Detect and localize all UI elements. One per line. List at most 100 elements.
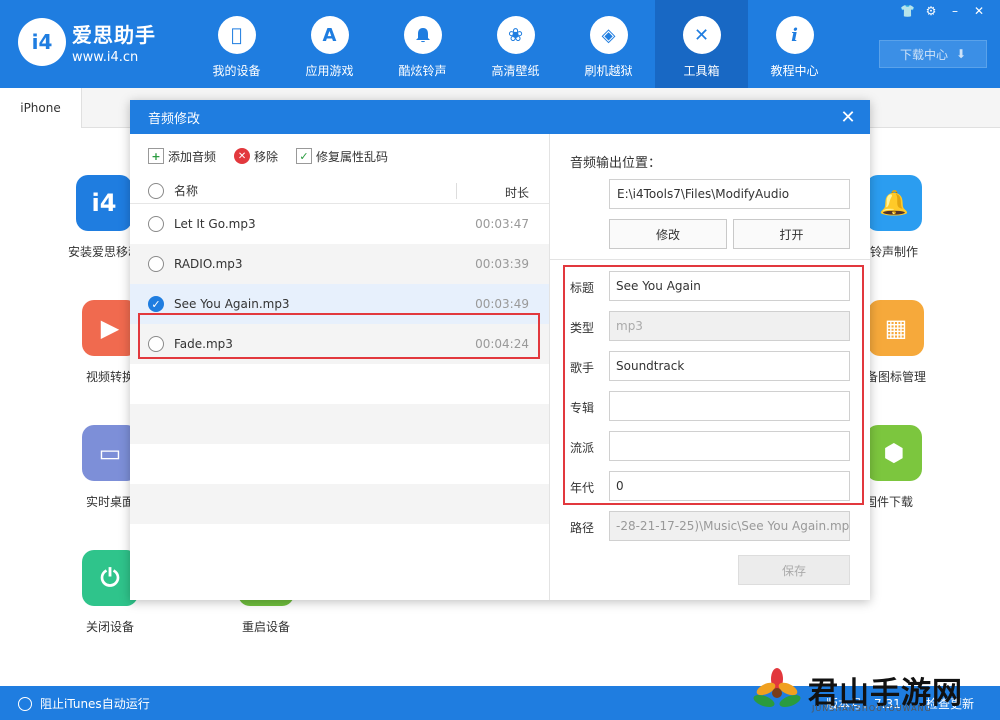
metadata-pane: 音频输出位置： E:\i4Tools7\Files\ModifyAudio 修改… (550, 134, 870, 600)
column-name: 名称 (174, 184, 199, 198)
dialog-header: 音频修改 ✕ (130, 100, 870, 134)
fix-icon: ✓ (296, 148, 313, 164)
info-icon: i (775, 16, 814, 54)
path-label: 路径 (570, 521, 595, 535)
row-radio[interactable] (148, 256, 164, 272)
window-controls: 👕 ⚙ – ✕ (900, 4, 986, 18)
download-center-button[interactable]: 下载中心 ⬇ (879, 40, 987, 68)
album-field[interactable] (609, 391, 850, 421)
file-name: RADIO.mp3 (174, 257, 243, 271)
nav-label: 我的设备 (212, 64, 261, 78)
watermark: 君山手游网 JUNSHANSHOUYOUWANG (752, 660, 1000, 720)
nav-label: 教程中心 (770, 64, 819, 78)
skin-icon[interactable]: 👕 (900, 4, 915, 18)
block-itunes-label: 阻止iTunes自动运行 (40, 697, 150, 711)
nav-tutorials[interactable]: i 教程中心 (748, 0, 841, 88)
file-name: Fade.mp3 (174, 337, 233, 351)
nav-label: 高清壁纸 (491, 64, 540, 78)
dialog-title: 音频修改 (148, 111, 201, 127)
fix-encoding-label: 修复属性乱码 (316, 149, 389, 164)
logo-text: 爱思助手 www.i4.cn (72, 19, 156, 65)
save-button[interactable]: 保存 (738, 555, 850, 585)
top-bar: i4 爱思助手 www.i4.cn  我的设备 A 应用游戏 酷炫铃声 ❀ 高… (0, 0, 1000, 88)
nav-apps-games[interactable]: A 应用游戏 (283, 0, 376, 88)
modify-button[interactable]: 修改 (609, 219, 727, 249)
flower-icon: ❀ (496, 16, 535, 54)
flower-logo-icon (753, 668, 801, 708)
dialog-body: + 添加音频 ✕ 移除 ✓ 修复属性乱码 名称 时长 Let It Go.mp3… (130, 134, 870, 600)
empty-row (130, 404, 549, 444)
file-duration: 00:04:24 (475, 337, 529, 351)
nav-wallpapers[interactable]: ❀ 高清壁纸 (469, 0, 562, 88)
fields-highlight-box (563, 265, 864, 505)
type-field: mp3 (609, 311, 850, 341)
add-audio-label: 添加音频 (168, 149, 217, 164)
artist-field[interactable]: Soundtrack (609, 351, 850, 381)
path-field: -28-21-17-25)\Music\See You Again.mp3 (609, 511, 850, 541)
file-name: See You Again.mp3 (174, 297, 290, 311)
year-field[interactable]: 0 (609, 471, 850, 501)
genre-field[interactable] (609, 431, 850, 461)
list-item[interactable]: Let It Go.mp3 00:03:47 (130, 204, 549, 244)
close-icon[interactable]: ✕ (826, 100, 870, 134)
row-radio[interactable] (148, 336, 164, 352)
album-label: 专辑 (570, 401, 595, 415)
artist-label: 歌手 (570, 361, 595, 375)
tool-label: 关闭设备 (85, 620, 134, 634)
output-path-field[interactable]: E:\i4Tools7\Files\ModifyAudio (609, 179, 850, 209)
settings-icon[interactable]: ⚙ (924, 4, 938, 18)
audio-list-pane: + 添加音频 ✕ 移除 ✓ 修复属性乱码 名称 时长 Let It Go.mp3… (130, 134, 550, 600)
remove-label: 移除 (254, 149, 279, 164)
empty-row (130, 364, 549, 404)
tool-label: 实时桌面 (85, 495, 134, 509)
nav-label: 酷炫铃声 (398, 64, 447, 78)
close-window-icon[interactable]: ✕ (972, 4, 986, 18)
list-item-selected[interactable]: ✓ See You Again.mp3 00:03:49 (130, 284, 549, 324)
add-audio-button[interactable]: + 添加音频 (148, 148, 216, 165)
file-duration: 00:03:39 (475, 257, 529, 271)
audio-list: Let It Go.mp3 00:03:47 RADIO.mp3 00:03:3… (130, 204, 549, 564)
nav-ringtones[interactable]: 酷炫铃声 (376, 0, 469, 88)
check-icon[interactable]: ✓ (148, 296, 164, 312)
nav-toolbox[interactable]: ✕ 工具箱 (655, 0, 748, 88)
empty-row (130, 444, 549, 484)
tab-iphone[interactable]: iPhone (0, 88, 82, 128)
tools-icon: ✕ (682, 16, 721, 54)
column-divider (456, 183, 457, 199)
empty-row (130, 484, 549, 524)
nav-label: 刷机越狱 (584, 64, 633, 78)
app-store-icon: A (310, 16, 349, 54)
row-radio[interactable] (148, 216, 164, 232)
minimize-icon[interactable]: – (948, 4, 962, 18)
file-name: Let It Go.mp3 (174, 217, 256, 231)
app-name: 爱思助手 (72, 23, 156, 47)
app-logo[interactable]: i4 爱思助手 www.i4.cn (18, 18, 156, 66)
dropbox-icon: ◈ (589, 16, 628, 54)
block-itunes-toggle[interactable]: 阻止iTunes自动运行 (18, 695, 150, 712)
nav-label: 工具箱 (683, 64, 720, 78)
watermark-subtext: JUNSHANSHOUYOUWANG (812, 704, 932, 713)
tool-ringtone-maker[interactable]: 🔔 铃声制作 (866, 175, 922, 260)
nav-my-device[interactable]:  我的设备 (190, 0, 283, 88)
output-location-label: 音频输出位置： (570, 156, 662, 171)
select-all-radio[interactable] (148, 182, 164, 199)
tool-label: 重启设备 (241, 620, 290, 634)
list-item[interactable]: Fade.mp3 00:04:24 (130, 324, 549, 364)
open-button[interactable]: 打开 (733, 219, 850, 249)
fix-encoding-button[interactable]: ✓ 修复属性乱码 (296, 148, 388, 165)
genre-label: 流派 (570, 441, 595, 455)
nav-flash-jailbreak[interactable]: ◈ 刷机越狱 (562, 0, 655, 88)
column-duration: 时长 (504, 186, 529, 200)
file-duration: 00:03:49 (475, 297, 529, 311)
title-field[interactable]: See You Again (609, 271, 850, 301)
apple-icon:  (217, 16, 256, 54)
main-nav:  我的设备 A 应用游戏 酷炫铃声 ❀ 高清壁纸 ◈ 刷机越狱 ✕ 工具箱 i… (190, 0, 841, 88)
list-item[interactable]: RADIO.mp3 00:03:39 (130, 244, 549, 284)
bell-icon: 🔔 (866, 175, 922, 231)
remove-icon: ✕ (234, 148, 251, 164)
box-icon: ⬢ (866, 425, 922, 481)
remove-button[interactable]: ✕ 移除 (234, 148, 278, 165)
bell-icon (403, 16, 442, 54)
add-icon: + (148, 148, 164, 164)
logo-badge-icon: i4 (18, 18, 66, 66)
